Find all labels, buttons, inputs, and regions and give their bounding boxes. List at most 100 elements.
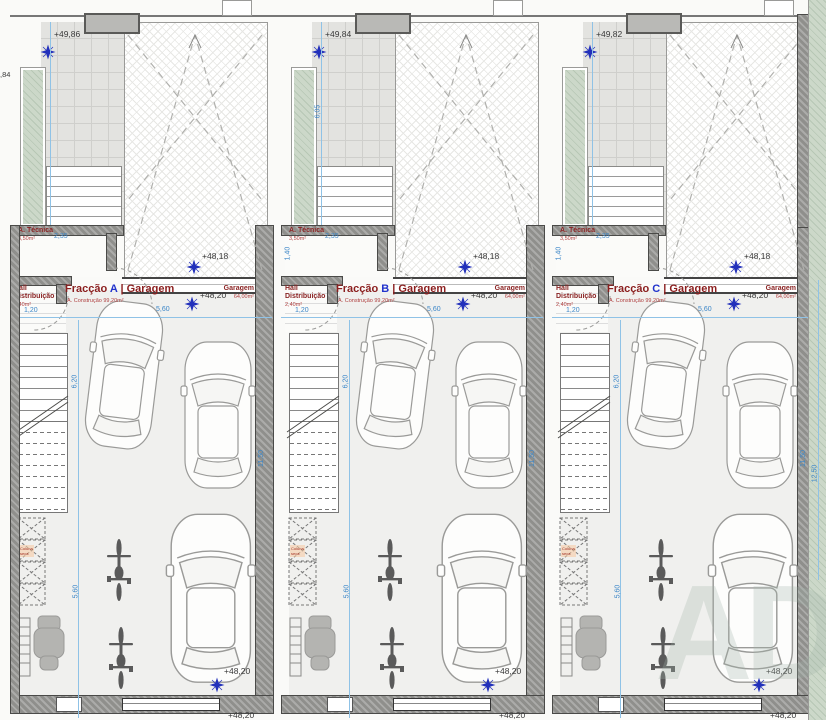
construction-area-label: A. Construção 99,20m² xyxy=(67,298,124,304)
dim-label: 1,20 xyxy=(24,307,38,314)
exterior-stairs xyxy=(588,166,664,226)
dim-line xyxy=(818,280,819,580)
right-green-strip xyxy=(808,0,826,720)
dim-line xyxy=(592,22,593,225)
technical-room-area: 3,50m² xyxy=(560,236,577,242)
dim-label: 1,40 xyxy=(284,247,291,261)
exterior-stairs xyxy=(46,166,122,226)
small-note: Colunaseca xyxy=(290,545,305,557)
elevation-label: +49,82 xyxy=(596,29,622,39)
elevation-label: +48,20 xyxy=(228,710,254,720)
unit-title: Fracção A | Garagem xyxy=(65,283,174,295)
unit-title: Fracção C | Garagem xyxy=(607,283,717,295)
dim-label: 6,20 xyxy=(342,375,349,389)
dim-label: 6,20 xyxy=(613,375,620,389)
exterior-stairs xyxy=(317,166,393,226)
dim-label: 2,35 xyxy=(325,233,339,240)
dim-label: 5,60 xyxy=(156,306,170,313)
garage-room-area: 64,00m² xyxy=(208,294,254,300)
dim-label: 6,05 xyxy=(314,105,321,119)
dim-label: 1,20 xyxy=(566,307,580,314)
elevation-label: +48,20 xyxy=(224,666,250,676)
interior-stairs-solid xyxy=(18,333,68,423)
construction-area-label: A. Construção 99,20m² xyxy=(609,298,666,304)
planter-strip xyxy=(563,68,587,226)
wall xyxy=(106,233,117,271)
construction-area-label: A. Construção 99,20m² xyxy=(338,298,395,304)
garage-room-label: Garagem xyxy=(479,285,525,293)
window-opening xyxy=(122,698,220,711)
dim-label: 12,50 xyxy=(811,465,818,483)
gate-block xyxy=(84,13,140,34)
dim-label: 5,60 xyxy=(698,306,712,313)
garage-unit-a: +49,86 +48,18 +48,20 +48,20 +48,20 A. Té… xyxy=(10,0,281,720)
technical-room-label: A. Técnica xyxy=(560,227,595,235)
dim-label: 2,35 xyxy=(54,233,68,240)
dim-label: 11,50 xyxy=(258,450,265,467)
elevation-label: +48,20 xyxy=(495,666,521,676)
edge-elevation-partial: ,84 xyxy=(0,70,10,79)
driveway-ramp xyxy=(124,22,268,279)
dim-label: 6,20 xyxy=(71,375,78,389)
gate-block xyxy=(626,13,682,34)
top-opening xyxy=(493,0,523,16)
interior-stairs-solid xyxy=(560,333,610,423)
wall xyxy=(377,233,388,271)
garage-room-label: Garagem xyxy=(750,285,796,293)
interior-stairs-solid xyxy=(289,333,339,423)
wall xyxy=(648,233,659,271)
interior-stairs-dashed xyxy=(289,421,339,513)
dim-line xyxy=(281,317,543,318)
dim-label: 5,60 xyxy=(614,585,621,599)
window-opening xyxy=(664,698,762,711)
hall-label: HallDistribuição xyxy=(556,285,596,301)
dim-label: 11,50 xyxy=(800,450,807,467)
elevation-label: +48,20 xyxy=(770,710,796,720)
dim-label: 2,35 xyxy=(596,233,610,240)
floor-plan-canvas: +49,86 +48,18 +48,20 +48,20 +48,20 A. Té… xyxy=(0,0,826,720)
technical-room-area: 3,50m² xyxy=(18,236,35,242)
dim-label: 11,50 xyxy=(529,450,536,467)
dim-label: 5,60 xyxy=(72,585,79,599)
dim-line xyxy=(10,317,272,318)
gate-block xyxy=(355,13,411,34)
garage-unit-c: +49,82 +48,18 +48,20 +48,20 +48,20 A. Té… xyxy=(552,0,823,720)
elevation-label: +48,18 xyxy=(744,251,770,261)
driveway-ramp xyxy=(395,22,539,279)
top-opening xyxy=(222,0,252,16)
garage-room-area: 64,00m² xyxy=(750,294,796,300)
elevation-label: +48,18 xyxy=(473,251,499,261)
dim-line xyxy=(321,22,322,225)
elevation-label: +49,86 xyxy=(54,29,80,39)
window-opening xyxy=(393,698,491,711)
elevation-label: +48,20 xyxy=(499,710,525,720)
dim-line xyxy=(552,317,814,318)
interior-stairs-dashed xyxy=(18,421,68,513)
small-note: Colunaseca xyxy=(19,545,34,557)
planter-strip xyxy=(21,68,45,226)
elevation-label: +48,18 xyxy=(202,251,228,261)
technical-room-label: A. Técnica xyxy=(289,227,324,235)
party-wall xyxy=(255,225,274,714)
planter-strip xyxy=(292,68,316,226)
garage-unit-b: +49,84 +48,18 +48,20 +48,20 +48,20 A. Té… xyxy=(281,0,552,720)
dim-label: 5,60 xyxy=(343,585,350,599)
dim-label: 1,20 xyxy=(295,307,309,314)
small-note: Colunaseca xyxy=(561,545,576,557)
exterior-left-wall xyxy=(10,225,20,714)
dim-line xyxy=(50,22,51,225)
garage-room-label: Garagem xyxy=(208,285,254,293)
driveway-ramp xyxy=(666,22,810,279)
interior-stairs-dashed xyxy=(560,421,610,513)
technical-room-label: A. Técnica xyxy=(18,227,53,235)
dim-label: 1,40 xyxy=(555,247,562,261)
hall-label: HallDistribuição xyxy=(285,285,325,301)
hall-label: HallDistribuição xyxy=(14,285,54,301)
elevation-label: +48,20 xyxy=(766,666,792,676)
top-opening xyxy=(764,0,794,16)
garage-room-area: 64,00m² xyxy=(479,294,525,300)
dim-label: 5,60 xyxy=(427,306,441,313)
party-wall xyxy=(526,225,545,714)
elevation-label: +49,84 xyxy=(325,29,351,39)
technical-room-area: 3,50m² xyxy=(289,236,306,242)
